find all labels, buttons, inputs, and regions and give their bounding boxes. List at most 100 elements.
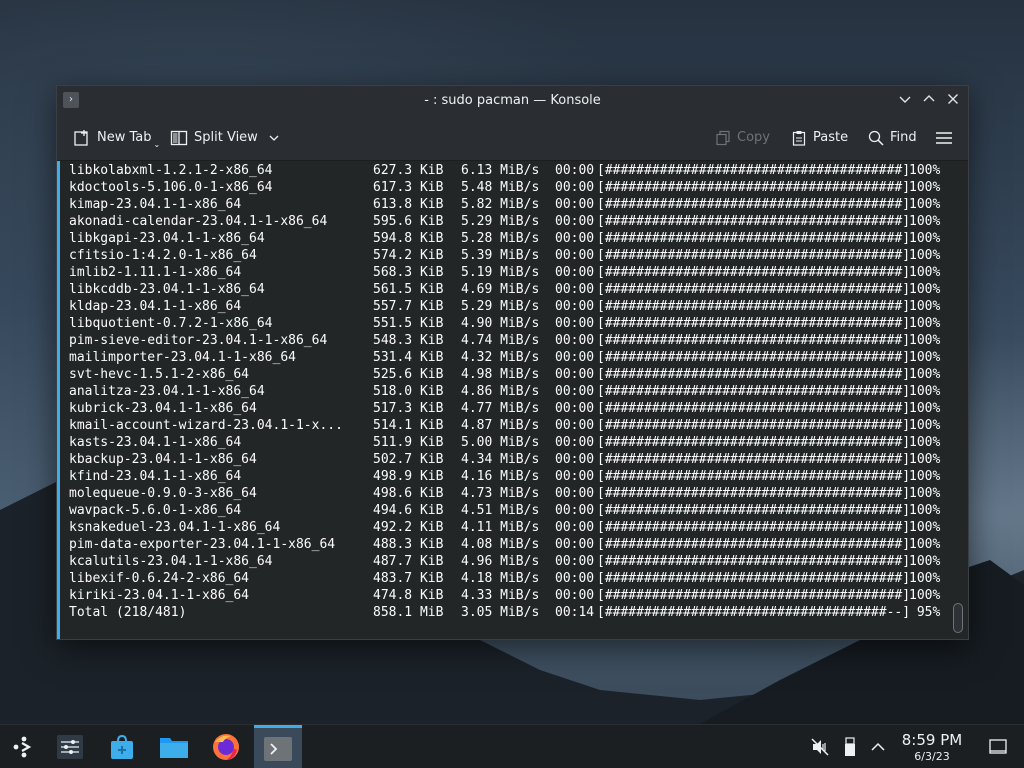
download-size: 483.7 KiB: [373, 571, 444, 586]
taskbar-dolphin[interactable]: [150, 725, 198, 768]
new-tab-dropdown-icon[interactable]: ⌄: [154, 133, 161, 157]
download-size: 474.8 KiB: [373, 588, 444, 603]
download-size: 492.2 KiB: [373, 520, 444, 535]
package-name: Total (218/481): [69, 605, 187, 620]
download-size: 498.9 KiB: [373, 469, 444, 484]
volume-muted-button[interactable]: [810, 737, 830, 757]
download-size: 548.3 KiB: [373, 333, 444, 348]
package-name: kimap-23.04.1-1-x86_64: [69, 197, 242, 212]
maximize-button[interactable]: [919, 91, 939, 111]
show-desktop-icon: [989, 739, 1007, 754]
download-rate: 3.05 MiB/s: [461, 605, 540, 620]
progress-bar-text: [######################################]: [597, 435, 911, 450]
terminal-line: libkcddb-23.04.1-1-x86_64 561.5 KiB 4.69 M…: [69, 281, 949, 298]
progress-bar-text: [######################################]: [597, 231, 911, 246]
clock-date[interactable]: 6/3/23: [896, 750, 968, 763]
terminal-scrollbar[interactable]: [952, 161, 966, 639]
download-rate: 4.86 MiB/s: [461, 384, 540, 399]
progress-percent: 100%: [909, 316, 941, 331]
show-desktop-button[interactable]: [988, 737, 1008, 757]
elapsed-time: 00:14: [555, 605, 595, 620]
package-name: kfind-23.04.1-1-x86_64: [69, 469, 242, 484]
download-rate: 4.34 MiB/s: [461, 452, 540, 467]
elapsed-time: 00:00: [555, 503, 595, 518]
progress-bar-text: [####################################--]: [597, 605, 911, 620]
app-launcher-button[interactable]: [0, 725, 48, 768]
terminal-line: molequeue-0.9.0-3-x86_64 498.6 KiB 4.73 Mi…: [69, 485, 949, 502]
download-rate: 4.08 MiB/s: [461, 537, 540, 552]
progress-percent: 100%: [909, 265, 941, 280]
taskbar-discover[interactable]: [98, 725, 146, 768]
find-label: Find: [890, 130, 917, 145]
progress-bar-text: [######################################]: [597, 503, 911, 518]
package-name: pim-sieve-editor-23.04.1-1-x86_64: [69, 333, 328, 348]
progress-bar-text: [######################################]: [597, 401, 911, 416]
progress-percent: 100%: [909, 231, 941, 246]
progress-percent: 100%: [909, 163, 941, 178]
copy-icon: [716, 130, 730, 146]
find-button[interactable]: Find: [868, 126, 917, 150]
elapsed-time: 00:00: [555, 435, 595, 450]
download-rate: 4.18 MiB/s: [461, 571, 540, 586]
download-size: 511.9 KiB: [373, 435, 444, 450]
terminal-line: kbackup-23.04.1-1-x86_64 502.7 KiB 4.34 Mi…: [69, 451, 949, 468]
elapsed-time: 00:00: [555, 180, 595, 195]
elapsed-time: 00:00: [555, 350, 595, 365]
package-name: kmail-account-wizard-23.04.1-1-x...: [69, 418, 343, 433]
elapsed-time: 00:00: [555, 486, 595, 501]
title-bar[interactable]: › - : sudo pacman — Konsole: [57, 86, 968, 116]
system-settings-icon: [57, 735, 83, 759]
progress-percent: 100%: [909, 486, 941, 501]
split-view-button[interactable]: Split View: [170, 126, 280, 150]
package-name: kcalutils-23.04.1-1-x86_64: [69, 554, 273, 569]
copy-button[interactable]: Copy: [715, 126, 770, 150]
terminal-line: kiriki-23.04.1-1-x86_64 474.8 KiB 4.33 MiB…: [69, 587, 949, 604]
taskbar-system-settings[interactable]: [46, 725, 94, 768]
terminal-line: kdoctools-5.106.0-1-x86_64 617.3 KiB 5.48 …: [69, 179, 949, 196]
progress-percent: 100%: [909, 384, 941, 399]
removable-device-button[interactable]: [840, 737, 860, 757]
minimize-button[interactable]: [895, 91, 915, 111]
progress-bar-text: [######################################]: [597, 588, 911, 603]
chevron-down-icon: [269, 135, 279, 141]
download-size: 568.3 KiB: [373, 265, 444, 280]
terminal-focus-indicator: [57, 161, 60, 639]
paste-button[interactable]: Paste: [791, 126, 848, 150]
progress-bar-text: [######################################]: [597, 197, 911, 212]
package-name: kiriki-23.04.1-1-x86_64: [69, 588, 250, 603]
progress-bar-text: [######################################]: [597, 265, 911, 280]
download-size: 557.7 KiB: [373, 299, 444, 314]
tray-expand-button[interactable]: [868, 737, 888, 757]
konsole-icon: [264, 736, 292, 761]
usb-device-icon: [845, 737, 855, 756]
hamburger-menu-icon: [936, 132, 952, 144]
clock-time[interactable]: 8:59 PM: [896, 731, 968, 749]
download-size: 518.0 KiB: [373, 384, 444, 399]
close-button[interactable]: [943, 91, 963, 111]
progress-bar-text: [######################################]: [597, 452, 911, 467]
hamburger-menu-button[interactable]: [935, 126, 953, 150]
dolphin-files-icon: [160, 738, 188, 758]
progress-percent: 100%: [909, 418, 941, 433]
download-rate: 5.82 MiB/s: [461, 197, 540, 212]
download-rate: 4.87 MiB/s: [461, 418, 540, 433]
download-size: 858.1 MiB: [373, 605, 444, 620]
elapsed-time: 00:00: [555, 469, 595, 484]
taskbar-konsole[interactable]: [254, 725, 302, 768]
split-view-label: Split View: [194, 130, 258, 145]
terminal-view[interactable]: libkolabxml-1.2.1-2-x86_64 627.3 KiB 6.13 …: [57, 161, 968, 639]
new-tab-button[interactable]: New Tab ⌄: [73, 126, 160, 150]
progress-bar-text: [######################################]: [597, 367, 911, 382]
package-name: libexif-0.6.24-2-x86_64: [69, 571, 250, 586]
volume-muted-icon: [811, 738, 829, 756]
package-name: ksnakeduel-23.04.1-1-x86_64: [69, 520, 281, 535]
elapsed-time: 00:00: [555, 163, 595, 178]
terminal-line: kmail-account-wizard-23.04.1-1-x... 514.1…: [69, 417, 949, 434]
scrollbar-thumb[interactable]: [953, 603, 963, 633]
terminal-line: kubrick-23.04.1-1-x86_64 517.3 KiB 4.77 Mi…: [69, 400, 949, 417]
download-size: 561.5 KiB: [373, 282, 444, 297]
progress-percent: 100%: [909, 180, 941, 195]
progress-bar-text: [######################################]: [597, 214, 911, 229]
taskbar-firefox[interactable]: [202, 725, 250, 768]
download-size: 517.3 KiB: [373, 401, 444, 416]
